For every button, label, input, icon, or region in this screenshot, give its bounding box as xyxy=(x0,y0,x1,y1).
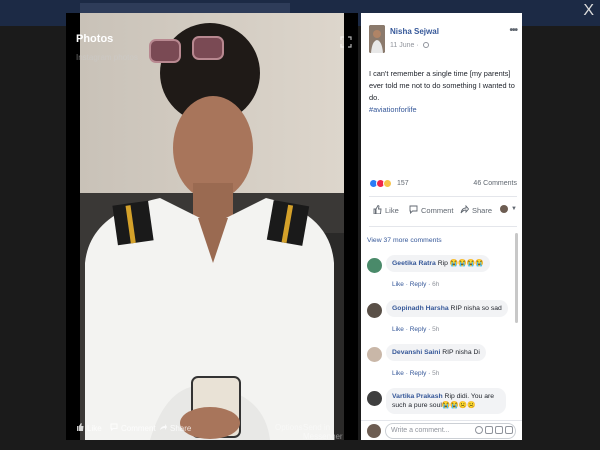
avatar[interactable] xyxy=(367,391,382,406)
gif-icon[interactable] xyxy=(495,426,503,434)
share-icon xyxy=(159,423,167,433)
view-more-comments-link[interactable]: View 37 more comments xyxy=(367,237,442,244)
viewer-title: Photos xyxy=(76,33,114,45)
commenter-name[interactable]: Vartika Prakash xyxy=(392,393,443,400)
post-body: I can't remember a single time [my paren… xyxy=(369,68,517,116)
post-date-text: 11 June xyxy=(390,42,415,49)
post-panel: Nisha Sejwal 11 June · ••• I can't remem… xyxy=(361,13,522,440)
comments-scrollbar[interactable] xyxy=(515,233,518,323)
viewer-send-label: Send in Messenger xyxy=(303,423,343,440)
comment-time[interactable]: 6h xyxy=(432,281,439,288)
post-date[interactable]: 11 June · xyxy=(390,42,429,49)
post-action-bar: Like Comment Share ▼ xyxy=(369,202,517,220)
post-header: Nisha Sejwal 11 June · ••• xyxy=(369,25,519,55)
avatar xyxy=(500,205,508,213)
like-button[interactable]: Like xyxy=(373,204,399,216)
comment-time[interactable]: 5h xyxy=(432,370,439,377)
divider xyxy=(369,196,517,197)
composer-tools xyxy=(475,426,513,434)
comment-text: RIP nisha Di xyxy=(442,349,480,356)
comment-button[interactable]: Comment xyxy=(409,205,454,216)
comment-meta: Like · Reply · 6h xyxy=(392,281,440,288)
viewer-subtitle[interactable]: Instagram photos xyxy=(76,53,138,62)
post-text: I can't remember a single time [my paren… xyxy=(369,69,515,102)
photo-viewer: Photos Instagram photos Like Comment Sha… xyxy=(66,13,358,440)
viewer-comment-button[interactable]: Comment xyxy=(110,423,156,433)
viewer-share-label: Share xyxy=(170,423,192,433)
post-options-button[interactable]: ••• xyxy=(509,25,517,36)
comment-text: Rip 😭😭😭😭 xyxy=(437,260,484,267)
share-icon xyxy=(460,204,470,216)
reaction-count[interactable]: 157 xyxy=(397,180,409,187)
avatar[interactable] xyxy=(367,347,382,362)
viewer-like-label: Like xyxy=(87,423,102,433)
author-name[interactable]: Nisha Sejwal xyxy=(390,27,439,36)
sad-reaction-icon xyxy=(383,179,392,188)
comment-bubble: Gopinadh Harsha RIP nisha so sad xyxy=(386,300,508,317)
reaction-summary: 157 46 Comments xyxy=(369,178,517,190)
viewer-comment-label: Comment xyxy=(121,423,156,433)
comment-label: Comment xyxy=(421,206,454,215)
viewer-options-button[interactable]: Options xyxy=(275,423,303,432)
close-viewer-button[interactable]: X xyxy=(583,3,594,19)
comment-bubble: Devanshi Saini RIP nisha Di xyxy=(386,344,486,361)
like-label: Like xyxy=(385,206,399,215)
globe-icon xyxy=(422,42,429,48)
author-avatar[interactable] xyxy=(369,25,385,53)
comment-meta: Like · Reply · 5h xyxy=(392,370,440,377)
comment-reply-link[interactable]: Reply xyxy=(410,370,427,377)
comment-bubble: Geetika Ratra Rip 😭😭😭😭 xyxy=(386,255,490,272)
thumbs-up-icon xyxy=(373,204,382,216)
avatar[interactable] xyxy=(367,258,382,273)
share-button[interactable]: Share xyxy=(460,204,493,216)
viewer-send-button[interactable]: Send in Messenger xyxy=(303,423,358,440)
comment-bubble: Vartika Prakash Rip didi. You are such a… xyxy=(386,388,506,414)
comment-like-link[interactable]: Like xyxy=(392,326,404,333)
sticker-icon[interactable] xyxy=(505,426,513,434)
comment-like-link[interactable]: Like xyxy=(392,281,404,288)
commenter-name[interactable]: Devanshi Saini xyxy=(392,349,440,356)
viewer-options-label: Options xyxy=(275,423,303,432)
comment-composer: Write a comment... xyxy=(361,420,522,440)
photo-image[interactable] xyxy=(80,13,344,440)
comment-icon xyxy=(409,205,418,216)
avatar xyxy=(367,424,381,438)
comment-time[interactable]: 5h xyxy=(432,326,439,333)
comment-like-link[interactable]: Like xyxy=(392,370,404,377)
commenter-name[interactable]: Gopinadh Harsha xyxy=(392,305,449,312)
divider xyxy=(369,226,517,227)
thumbs-up-icon xyxy=(76,423,84,433)
viewer-action-bar: Like Comment Share Options Send in Messe… xyxy=(66,420,358,440)
comment-meta: Like · Reply · 5h xyxy=(392,326,440,333)
viewer-like-button[interactable]: Like xyxy=(76,423,102,433)
commenter-name[interactable]: Geetika Ratra xyxy=(392,260,436,267)
share-audience-selector[interactable]: ▼ xyxy=(500,205,517,213)
comment-reply-link[interactable]: Reply xyxy=(410,326,427,333)
caret-down-icon: ▼ xyxy=(511,206,517,212)
share-label: Share xyxy=(472,206,493,215)
post-hashtag[interactable]: #aviationforlife xyxy=(369,104,517,116)
avatar[interactable] xyxy=(367,303,382,318)
emoji-icon[interactable] xyxy=(475,426,483,434)
camera-icon[interactable] xyxy=(485,426,493,434)
fullscreen-icon[interactable] xyxy=(340,35,352,53)
comment-text: RIP nisha so sad xyxy=(450,305,502,312)
viewer-share-button[interactable]: Share xyxy=(159,423,191,433)
reaction-icons[interactable] xyxy=(369,179,392,188)
comment-count[interactable]: 46 Comments xyxy=(473,180,517,187)
comment-icon xyxy=(110,423,118,433)
comment-reply-link[interactable]: Reply xyxy=(410,281,427,288)
